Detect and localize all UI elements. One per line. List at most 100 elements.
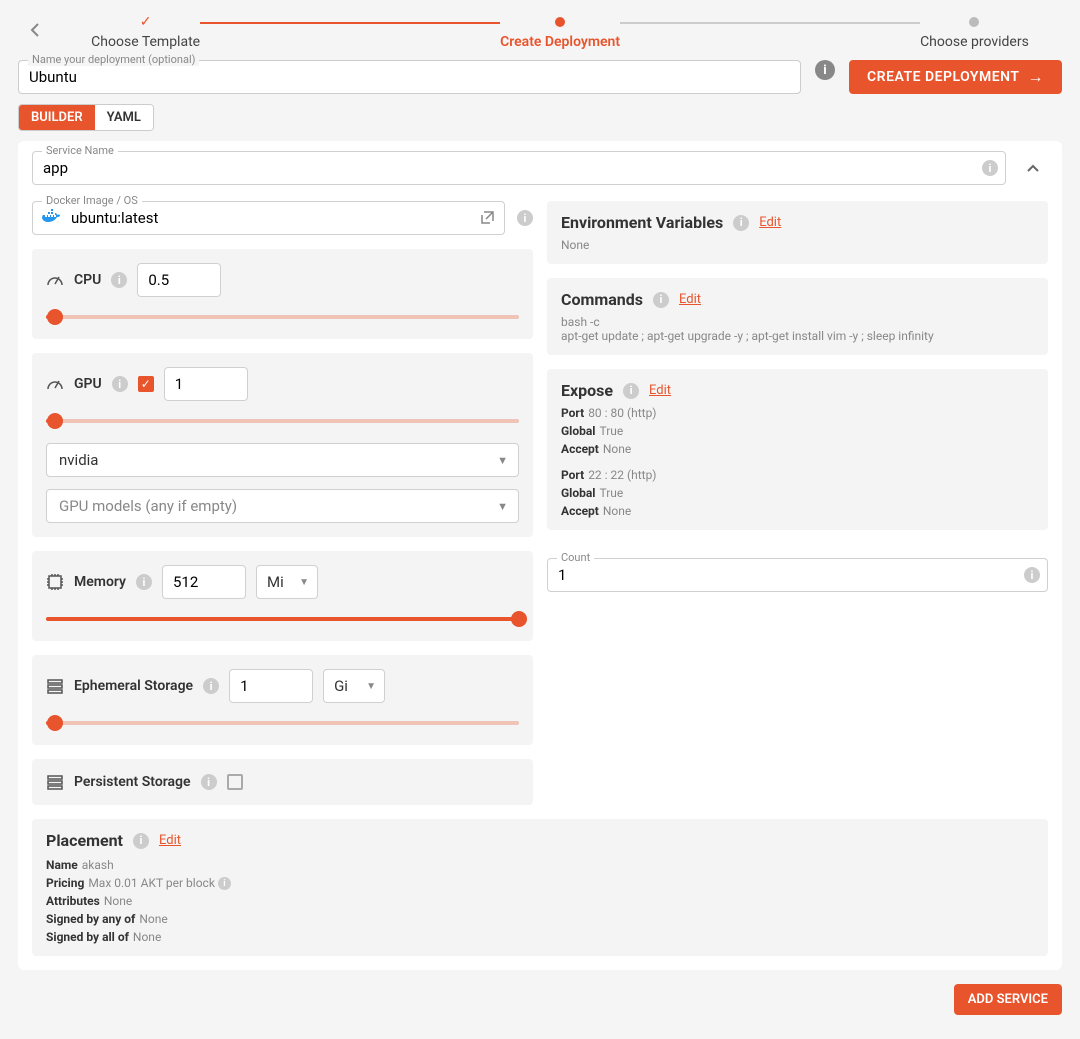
info-icon[interactable]: i — [218, 877, 231, 890]
info-icon[interactable]: i — [733, 215, 749, 231]
docker-image-wrap: Docker Image / OS — [32, 201, 505, 235]
info-icon[interactable]: i — [653, 292, 669, 308]
storage-icon — [46, 773, 64, 791]
ephemeral-storage-input[interactable] — [229, 669, 313, 703]
gpu-models-select[interactable]: GPU models (any if empty) ▼ — [46, 489, 519, 523]
env-vars-value: None — [561, 238, 1034, 252]
create-deployment-button[interactable]: CREATE DEPLOYMENT → — [849, 60, 1062, 94]
service-card: Service Name i Docker Image / OS — [18, 141, 1062, 970]
memory-label: Memory — [74, 574, 126, 590]
commands-edit-link[interactable]: Edit — [679, 292, 701, 307]
dot-icon — [555, 17, 565, 27]
stepper: ✓ Choose Template Create Deployment Choo… — [0, 0, 1080, 56]
memory-slider[interactable] — [46, 611, 519, 627]
expose-title: Expose — [561, 381, 613, 400]
info-icon[interactable]: i — [815, 60, 835, 80]
env-vars-title: Environment Variables — [561, 213, 723, 232]
chevron-left-icon — [30, 22, 40, 38]
ephemeral-unit-select[interactable]: Gi ▼ — [323, 669, 385, 703]
external-link-button[interactable] — [480, 210, 495, 225]
memory-unit-value: Mi — [267, 573, 284, 591]
docker-icon — [42, 209, 62, 225]
add-service-button[interactable]: ADD SERVICE — [954, 984, 1062, 1015]
env-vars-edit-link[interactable]: Edit — [759, 215, 781, 230]
dot-icon — [969, 17, 979, 27]
collapse-button[interactable] — [1018, 156, 1048, 181]
commands-title: Commands — [561, 290, 643, 309]
step-connector — [620, 22, 920, 24]
commands-line1: bash -c — [561, 315, 1034, 329]
memory-input[interactable] — [162, 565, 246, 599]
deployment-name-wrap: Name your deployment (optional) — [18, 60, 801, 94]
chevron-up-icon — [1026, 164, 1040, 173]
persistent-storage-checkbox[interactable]: ✓ — [227, 774, 243, 790]
view-tabs: BUILDER YAML — [18, 104, 154, 131]
ephemeral-storage-label: Ephemeral Storage — [74, 678, 193, 694]
info-icon[interactable]: i — [982, 160, 998, 176]
info-icon[interactable]: i — [203, 678, 219, 694]
memory-icon — [46, 573, 64, 591]
cpu-box: CPU i — [32, 249, 533, 339]
step-label: Choose providers — [920, 34, 1029, 50]
ephemeral-storage-box: Ephemeral Storage i Gi ▼ — [32, 655, 533, 745]
placement-edit-link[interactable]: Edit — [159, 833, 181, 848]
gpu-vendor-value: nvidia — [59, 451, 98, 469]
tab-yaml[interactable]: YAML — [95, 105, 153, 130]
gpu-label: GPU — [74, 376, 102, 392]
info-icon[interactable]: i — [1024, 567, 1040, 583]
info-icon[interactable]: i — [111, 272, 127, 288]
count-input[interactable] — [547, 558, 1048, 592]
commands-box: Commands i Edit bash -c apt-get update ;… — [547, 278, 1048, 355]
count-wrap: Count i — [547, 558, 1048, 592]
info-icon[interactable]: i — [517, 210, 533, 226]
cpu-input[interactable] — [137, 263, 221, 297]
step-choose-providers[interactable]: Choose providers — [920, 14, 1029, 50]
info-icon[interactable]: i — [201, 774, 217, 790]
gpu-box: GPU i ✓ nvidia ▼ — [32, 353, 533, 537]
slider-thumb[interactable] — [47, 309, 63, 325]
step-create-deployment[interactable]: Create Deployment — [500, 14, 620, 50]
storage-icon — [46, 677, 64, 695]
step-label: Create Deployment — [500, 34, 620, 50]
check-icon: ✓ — [140, 14, 152, 30]
chevron-down-icon: ▼ — [366, 681, 376, 692]
chevron-down-icon: ▼ — [497, 454, 508, 467]
cpu-slider[interactable] — [46, 309, 519, 325]
expose-edit-link[interactable]: Edit — [649, 383, 671, 398]
expose-port-0: Port80 : 80 (http) GlobalTrue AcceptNone — [561, 406, 1034, 456]
deployment-name-label: Name your deployment (optional) — [28, 53, 199, 66]
slider-thumb[interactable] — [511, 611, 527, 627]
service-name-input[interactable] — [32, 151, 1006, 185]
slider-thumb[interactable] — [47, 715, 63, 731]
service-name-wrap: Service Name i — [32, 151, 1006, 185]
back-button[interactable] — [30, 22, 40, 38]
external-link-icon — [480, 210, 495, 225]
ephemeral-slider[interactable] — [46, 715, 519, 731]
step-connector — [200, 22, 500, 24]
gpu-models-placeholder: GPU models (any if empty) — [59, 497, 237, 515]
count-label: Count — [557, 551, 594, 564]
step-label: Choose Template — [91, 34, 200, 50]
gpu-vendor-select[interactable]: nvidia ▼ — [46, 443, 519, 477]
tab-builder[interactable]: BUILDER — [19, 105, 95, 130]
commands-line2: apt-get update ; apt-get upgrade -y ; ap… — [561, 329, 1034, 343]
gpu-input[interactable] — [164, 367, 248, 401]
speed-icon — [46, 375, 64, 393]
memory-unit-select[interactable]: Mi ▼ — [256, 565, 318, 599]
expose-port-1: Port22 : 22 (http) GlobalTrue AcceptNone — [561, 468, 1034, 518]
gpu-slider[interactable] — [46, 413, 519, 429]
memory-box: Memory i Mi ▼ — [32, 551, 533, 641]
info-icon[interactable]: i — [133, 833, 149, 849]
info-icon[interactable]: i — [112, 376, 128, 392]
expose-box: Expose i Edit Port80 : 80 (http) GlobalT… — [547, 369, 1048, 530]
slider-thumb[interactable] — [47, 413, 63, 429]
placement-box: Placement i Edit Nameakash PricingMax 0.… — [32, 819, 1048, 956]
gpu-checkbox[interactable]: ✓ — [138, 376, 154, 392]
env-vars-box: Environment Variables i Edit None — [547, 201, 1048, 264]
info-icon[interactable]: i — [623, 383, 639, 399]
step-choose-template[interactable]: ✓ Choose Template — [91, 14, 200, 50]
placement-title: Placement — [46, 831, 123, 850]
persistent-storage-label: Persistent Storage — [74, 774, 191, 790]
info-icon[interactable]: i — [136, 574, 152, 590]
create-deployment-label: CREATE DEPLOYMENT — [867, 69, 1019, 85]
